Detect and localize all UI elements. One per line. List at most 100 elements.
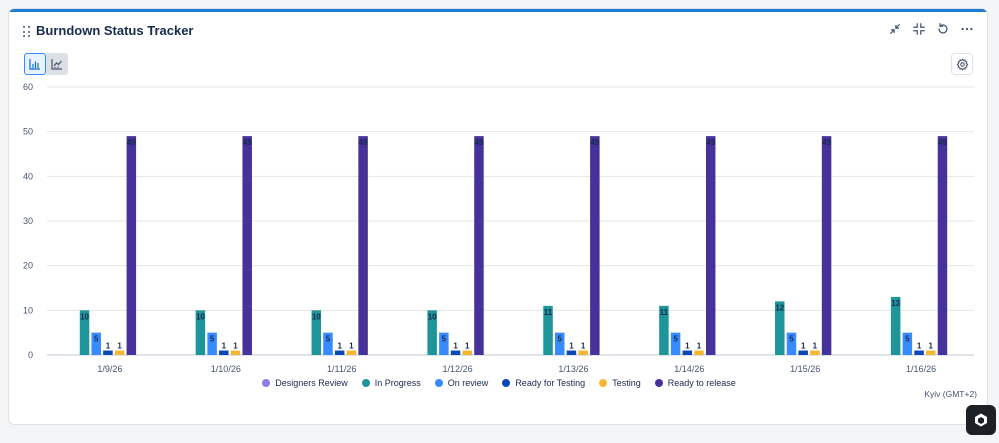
bar[interactable] [358, 136, 368, 355]
bar-value-label: 1 [929, 342, 934, 351]
bar-value-label: 11 [544, 308, 553, 317]
bar-value-label: 1 [917, 342, 922, 351]
bar[interactable] [242, 136, 252, 355]
y-tick-label: 60 [23, 82, 33, 92]
legend-swatch [599, 379, 608, 387]
bar[interactable] [937, 136, 948, 355]
burndown-widget: Burndown Status Tracker 0 10 20 30 40 50… [8, 8, 988, 425]
bar[interactable] [334, 350, 345, 355]
bar[interactable] [114, 350, 125, 355]
chart-legend: Designers Review In Progress On review Read… [9, 378, 987, 388]
legend-swatch [654, 379, 663, 387]
bar-value-label: 1 [453, 342, 458, 351]
bar[interactable] [578, 350, 588, 355]
legend-swatch [502, 379, 511, 387]
bar-value-label: 1 [233, 342, 238, 351]
bar-value-label: 1 [349, 342, 354, 351]
y-tick-label: 0 [28, 350, 33, 360]
legend-swatch [361, 379, 370, 387]
bar-value-label: 10 [312, 312, 321, 321]
bar[interactable] [810, 350, 820, 355]
x-tick-label: 1/14/26 [674, 364, 704, 374]
bar-value-label: 1 [465, 342, 470, 351]
x-tick-label: 1/9/26 [97, 364, 122, 374]
bar-value-label: 10 [428, 312, 437, 321]
bar[interactable] [230, 350, 241, 355]
bar-value-label: 10 [80, 312, 89, 321]
legend-swatch [262, 379, 271, 387]
bar[interactable] [590, 136, 600, 355]
bar[interactable] [450, 350, 461, 355]
x-tick-label: 1/12/26 [443, 364, 473, 374]
bar-value-label: 1 [697, 342, 702, 351]
bar-value-label: 1 [337, 342, 342, 351]
y-tick-label: 10 [23, 305, 33, 315]
legend-label: Designers Review [275, 378, 348, 388]
legend-item[interactable]: Designers Review [262, 378, 348, 388]
bar[interactable] [346, 350, 357, 355]
bar[interactable] [926, 350, 936, 355]
legend-label: Ready for Testing [515, 378, 586, 388]
bar-value-label: 5 [326, 335, 331, 344]
bar-value-label: 49 [590, 138, 599, 147]
y-tick-label: 20 [23, 261, 33, 271]
x-tick-label: 1/10/26 [211, 364, 241, 374]
bar[interactable] [462, 350, 473, 355]
bar-value-label: 5 [673, 335, 678, 344]
bar-value-label: 1 [685, 342, 690, 351]
bar[interactable] [705, 136, 716, 355]
bar[interactable] [682, 350, 693, 355]
bar-value-label: 5 [442, 335, 447, 344]
bar-value-label: 49 [243, 138, 252, 147]
legend-swatch [434, 379, 443, 387]
y-tick-label: 40 [23, 171, 33, 181]
legend-item[interactable]: In Progress [361, 378, 421, 388]
bar-value-label: 12 [775, 303, 784, 312]
bar-value-label: 1 [222, 342, 227, 351]
legend-label: In Progress [374, 378, 421, 388]
app-logo-icon [975, 413, 987, 427]
bar-value-label: 1 [106, 342, 111, 351]
bar[interactable] [219, 350, 229, 355]
bar[interactable] [821, 136, 832, 355]
timezone-label: Kyiv (GMT+2) [924, 389, 977, 399]
bar[interactable] [474, 136, 484, 355]
x-tick-label: 1/11/26 [327, 364, 356, 374]
bar-value-label: 49 [475, 138, 484, 147]
legend-item[interactable]: Ready to release [654, 378, 736, 388]
bar-value-label: 1 [117, 342, 122, 351]
bar-value-label: 49 [822, 138, 831, 147]
legend-item[interactable]: Testing [599, 378, 641, 388]
bar-value-label: 1 [581, 342, 586, 351]
bar-value-label: 5 [558, 335, 563, 344]
bar-value-label: 1 [813, 342, 818, 351]
bar-value-label: 11 [660, 308, 669, 317]
bar[interactable] [694, 350, 704, 355]
assistant-launcher-button[interactable] [966, 405, 996, 435]
bar[interactable] [798, 350, 808, 355]
x-tick-label: 1/16/26 [906, 364, 936, 374]
bar[interactable] [566, 350, 577, 355]
bar-value-label: 5 [94, 335, 99, 344]
bar-value-label: 5 [905, 335, 910, 344]
legend-label: Ready to release [667, 378, 736, 388]
legend-item[interactable]: On review [434, 378, 489, 388]
legend-label: Testing [612, 378, 641, 388]
bar-value-label: 49 [127, 138, 136, 147]
x-tick-label: 1/13/26 [558, 364, 588, 374]
bar[interactable] [103, 350, 113, 355]
legend-label: On review [447, 378, 489, 388]
bar-value-label: 49 [359, 138, 368, 147]
bar-value-label: 5 [210, 335, 215, 344]
bar-value-label: 49 [938, 138, 947, 147]
legend-item[interactable]: Ready for Testing [502, 378, 585, 388]
bar-value-label: 13 [891, 299, 900, 308]
bar[interactable] [914, 350, 924, 355]
bar-value-label: 1 [801, 342, 806, 351]
bar-value-label: 49 [706, 138, 715, 147]
bar-value-label: 5 [789, 335, 794, 344]
bar[interactable] [126, 136, 137, 355]
x-tick-label: 1/15/26 [790, 364, 820, 374]
bar-value-label: 10 [196, 312, 205, 321]
y-tick-label: 50 [23, 127, 33, 137]
